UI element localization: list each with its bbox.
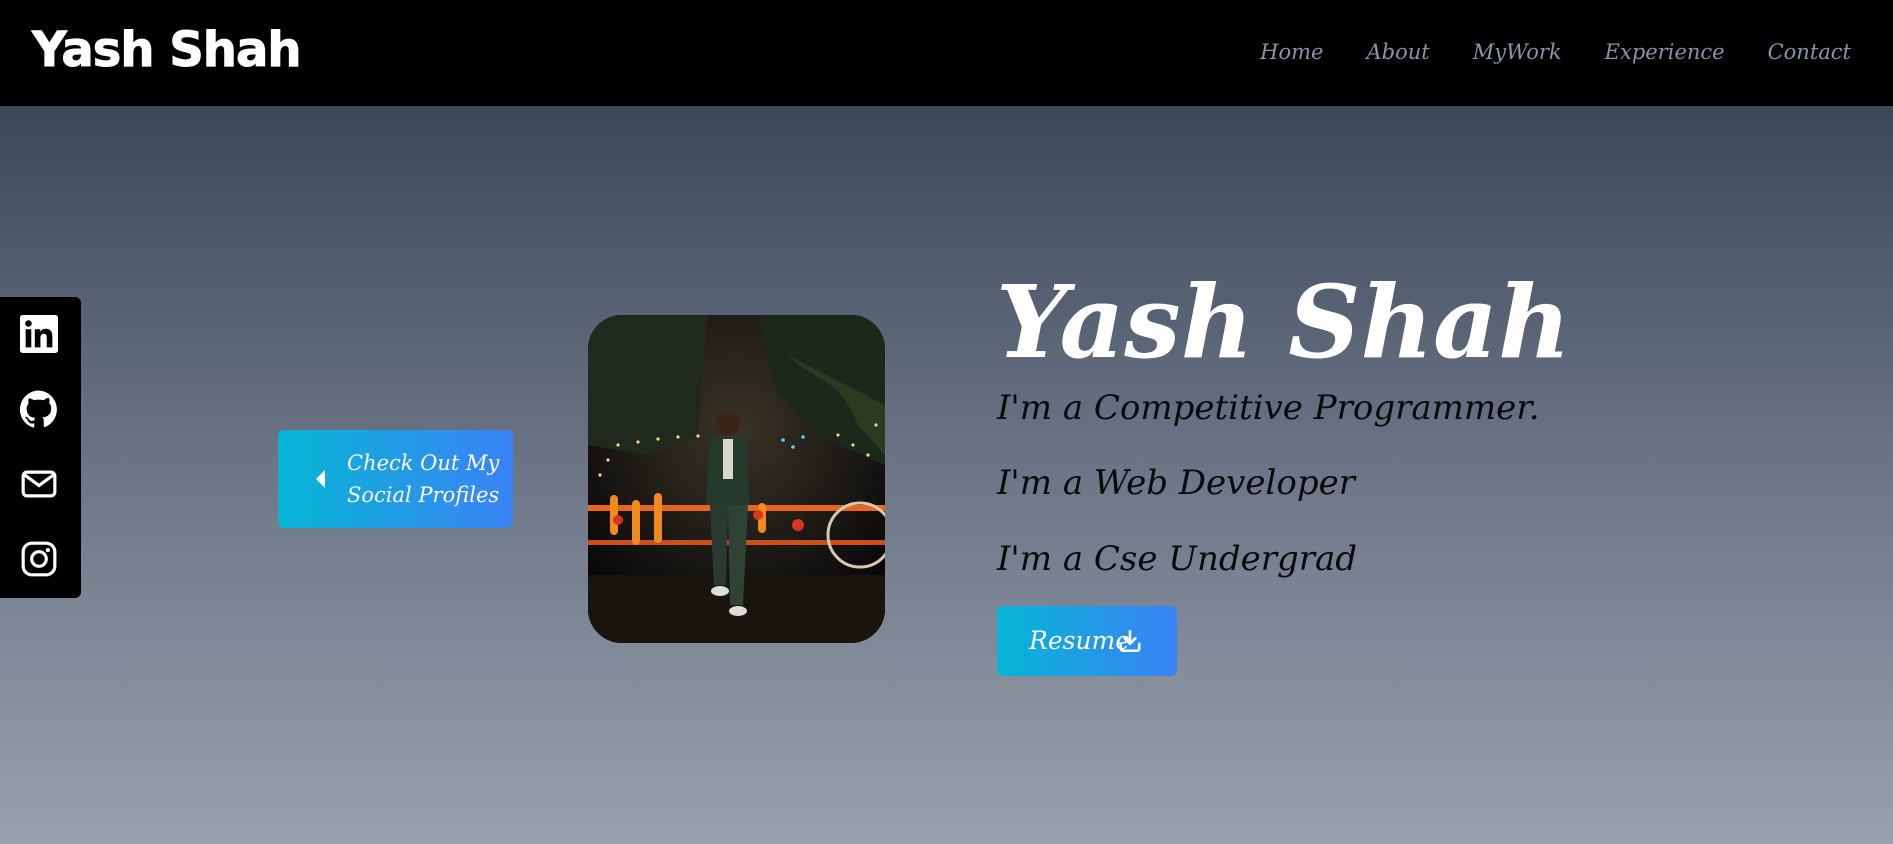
social-sidebar [0, 297, 81, 598]
role-line: I'm a Competitive Programmer. [997, 388, 1540, 428]
role-line: I'm a Cse Undergrad [997, 539, 1358, 579]
brand-logo[interactable]: Yash Shah [32, 22, 302, 79]
nav-mywork[interactable]: MyWork [1473, 38, 1562, 66]
nav-contact[interactable]: Contact [1768, 38, 1851, 66]
nav-experience[interactable]: Experience [1605, 38, 1725, 66]
caret-left-icon [316, 470, 325, 488]
resume-download-button[interactable]: Resume [997, 606, 1177, 676]
social-profiles-toggle-button[interactable]: Check Out My Social Profiles [278, 430, 513, 528]
profile-photo [588, 315, 885, 643]
profile-photo-image [588, 315, 885, 643]
nav-links: Home About MyWork Experience Contact [1260, 38, 1851, 66]
linkedin-icon[interactable] [20, 315, 58, 353]
social-profiles-toggle-label: Check Out My Social Profiles [347, 451, 500, 507]
resume-label: Resume [1029, 626, 1131, 655]
instagram-icon[interactable] [20, 540, 58, 578]
nav-home[interactable]: Home [1260, 38, 1323, 66]
download-icon [1117, 628, 1143, 654]
mail-icon[interactable] [20, 465, 58, 503]
github-icon[interactable] [20, 390, 58, 428]
navbar: Yash Shah Home About MyWork Experience C… [0, 0, 1893, 106]
nav-about[interactable]: About [1366, 38, 1429, 66]
role-line: I'm a Web Developer [997, 463, 1355, 503]
hero-name: Yash Shah [996, 263, 1571, 381]
